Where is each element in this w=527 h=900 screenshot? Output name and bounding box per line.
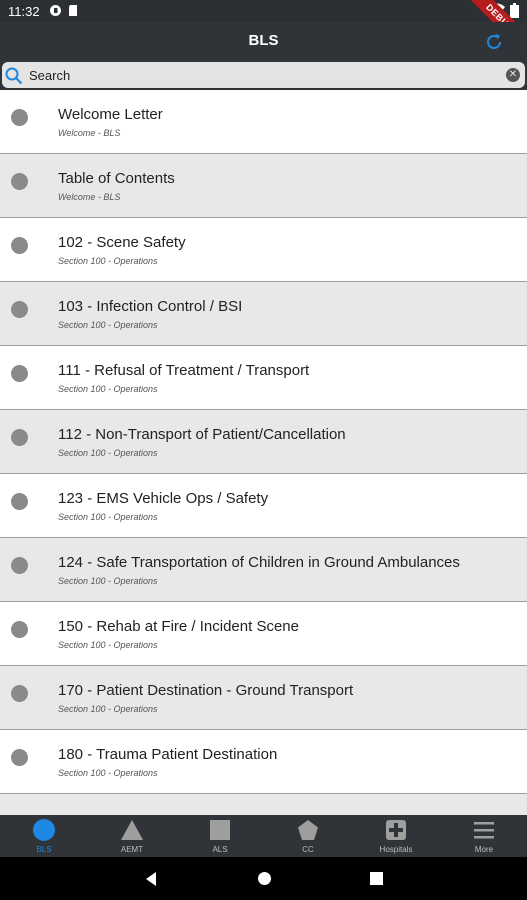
circle-icon [33, 819, 55, 841]
item-subtitle: Section 100 - Operations [58, 448, 158, 458]
item-subtitle: Section 100 - Operations [58, 256, 158, 266]
item-subtitle: Section 100 - Operations [58, 320, 158, 330]
list-item[interactable] [0, 794, 527, 815]
search-bar: Search ✕ [0, 60, 527, 90]
nav-label: CC [302, 845, 314, 854]
item-subtitle: Welcome - BLS [58, 192, 121, 202]
item-title: 112 - Non-Transport of Patient/Cancellat… [58, 426, 346, 443]
item-title: 180 - Trauma Patient Destination [58, 746, 278, 763]
item-subtitle: Section 100 - Operations [58, 384, 158, 394]
item-title: Table of Contents [58, 170, 175, 187]
status-dot-icon [11, 621, 28, 638]
status-dot-icon [11, 365, 28, 382]
status-dot-icon [11, 173, 28, 190]
item-title: 123 - EMS Vehicle Ops / Safety [58, 490, 269, 507]
list-item[interactable]: 170 - Patient Destination - Ground Trans… [0, 666, 527, 730]
refresh-icon[interactable] [483, 31, 505, 53]
square-icon [210, 820, 230, 840]
hospital-cross-icon [386, 820, 406, 840]
nav-tab-bls[interactable]: BLS [0, 815, 88, 857]
list-item[interactable]: Table of Contents Welcome - BLS [0, 154, 527, 218]
status-dot-icon [11, 237, 28, 254]
status-dot-icon [11, 685, 28, 702]
list-item[interactable]: 150 - Rehab at Fire / Incident Scene Sec… [0, 602, 527, 666]
recent-apps-icon[interactable] [370, 872, 383, 885]
search-icon [5, 67, 23, 85]
battery-icon [510, 3, 519, 18]
list-item[interactable]: 180 - Trauma Patient Destination Section… [0, 730, 527, 794]
pentagon-icon [298, 820, 318, 840]
item-subtitle: Section 100 - Operations [58, 576, 158, 586]
item-subtitle: Welcome - BLS [58, 128, 121, 138]
system-nav-bar [0, 857, 527, 900]
item-title: 111 - Refusal of Treatment / Transport [58, 362, 310, 379]
nav-tab-more[interactable]: More [440, 815, 527, 857]
nav-tab-hospitals[interactable]: Hospitals [352, 815, 440, 857]
status-time: 11:32 [8, 4, 40, 19]
nav-label: ALS [212, 845, 228, 854]
sd-card-icon [69, 5, 77, 16]
item-title: 103 - Infection Control / BSI [58, 298, 243, 315]
item-subtitle: Section 100 - Operations [58, 768, 158, 778]
list-item[interactable]: 103 - Infection Control / BSI Section 10… [0, 282, 527, 346]
search-placeholder: Search [29, 68, 71, 83]
list-item[interactable]: 124 - Safe Transportation of Children in… [0, 538, 527, 602]
item-subtitle: Section 100 - Operations [58, 512, 158, 522]
status-dot-icon [11, 749, 28, 766]
status-dot-icon [11, 429, 28, 446]
nav-label: AEMT [120, 845, 144, 854]
search-input[interactable]: Search ✕ [2, 62, 525, 88]
nav-tab-cc[interactable]: CC [264, 815, 352, 857]
item-title: 102 - Scene Safety [58, 234, 186, 251]
clear-search-icon[interactable]: ✕ [506, 68, 520, 82]
triangle-icon [121, 820, 143, 840]
bottom-nav: BLS AEMT ALS CC Hospitals More [0, 815, 527, 857]
app-bar: BLS [0, 22, 527, 60]
nav-label: More [474, 845, 494, 854]
item-subtitle: Section 100 - Operations [58, 704, 158, 714]
home-icon[interactable] [258, 872, 271, 885]
list-item[interactable]: 123 - EMS Vehicle Ops / Safety Section 1… [0, 474, 527, 538]
status-bar: 11:32 [0, 0, 527, 22]
protocol-list: Welcome Letter Welcome - BLS Table of Co… [0, 90, 527, 815]
item-title: 170 - Patient Destination - Ground Trans… [58, 682, 354, 699]
app-notification-icon [50, 5, 61, 16]
list-item[interactable]: 112 - Non-Transport of Patient/Cancellat… [0, 410, 527, 474]
nav-label: Hospitals [379, 845, 413, 854]
item-title: 150 - Rehab at Fire / Incident Scene [58, 618, 299, 635]
status-dot-icon [11, 301, 28, 318]
status-dot-icon [11, 109, 28, 126]
item-subtitle: Section 100 - Operations [58, 640, 158, 650]
list-item[interactable]: Welcome Letter Welcome - BLS [0, 90, 527, 154]
nav-tab-als[interactable]: ALS [176, 815, 264, 857]
item-title: 124 - Safe Transportation of Children in… [58, 554, 460, 571]
list-item[interactable]: 111 - Refusal of Treatment / Transport S… [0, 346, 527, 410]
nav-label: BLS [36, 845, 52, 854]
back-icon[interactable] [146, 872, 156, 886]
page-title: BLS [248, 32, 279, 49]
item-title: Welcome Letter [58, 106, 163, 123]
menu-icon [474, 822, 494, 839]
status-dot-icon [11, 493, 28, 510]
status-dot-icon [11, 557, 28, 574]
nav-tab-aemt[interactable]: AEMT [88, 815, 176, 857]
list-item[interactable]: 102 - Scene Safety Section 100 - Operati… [0, 218, 527, 282]
